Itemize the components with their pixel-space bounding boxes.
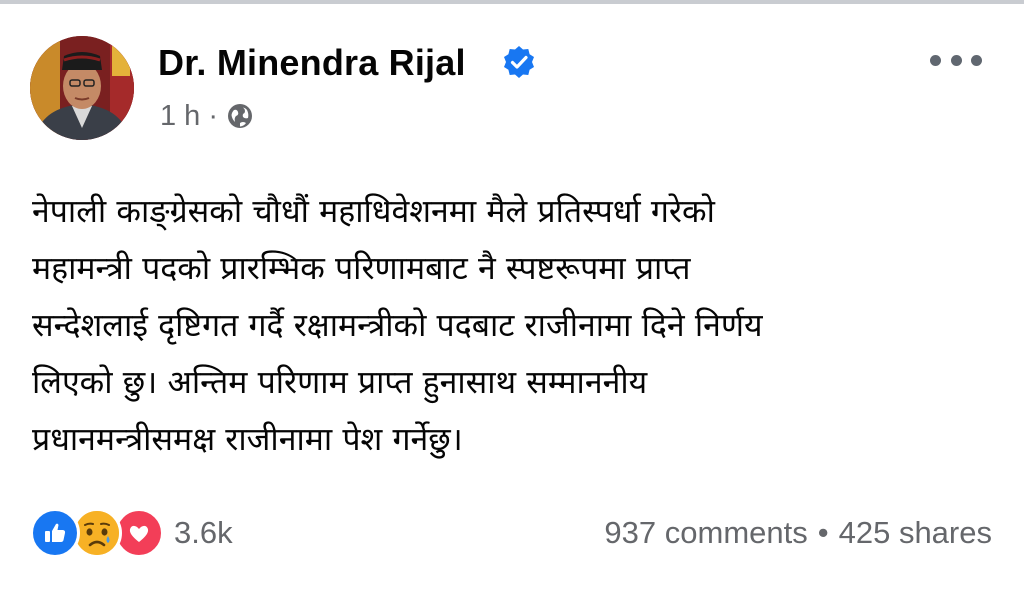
avatar[interactable]: [30, 36, 134, 140]
verified-badge-icon: [504, 46, 534, 78]
more-dot: [950, 54, 962, 66]
reactions-summary[interactable]: 3.6k: [30, 508, 233, 558]
top-divider: [0, 0, 1024, 4]
post-line: लिएको छु। अन्तिम परिणाम प्राप्त हुनासाथ …: [32, 363, 648, 401]
engagement-stats: 937 comments • 425 shares: [604, 511, 992, 555]
post-line: महामन्त्री पदको प्रारम्भिक परिणामबाट नै …: [32, 249, 691, 287]
shares-count[interactable]: 425 shares: [839, 515, 992, 551]
meta-separator: ·: [208, 99, 218, 132]
reaction-count: 3.6k: [174, 515, 233, 550]
post-line: सन्देशलाई दृष्टिगत गर्दै रक्षामन्त्रीको …: [32, 306, 763, 344]
more-dot: [930, 54, 941, 66]
post-time[interactable]: 1 h: [160, 100, 200, 133]
post-line: नेपाली काङ्ग्रेसको चौधौं महाधिवेशनमा मैल…: [32, 192, 715, 230]
post-body: नेपाली काङ्ग्रेसको चौधौं महाधिवेशनमा मैल…: [32, 183, 1007, 468]
globe-icon: [228, 104, 252, 128]
like-icon: [30, 508, 80, 558]
stats-separator: •: [817, 515, 829, 550]
comments-count[interactable]: 937 comments: [604, 515, 807, 551]
post-meta: 1 h ·: [160, 98, 254, 134]
more-options-icon[interactable]: [930, 48, 982, 72]
post-line: प्रधानमन्त्रीसमक्ष राजीनामा पेश गर्नेछु।: [32, 420, 463, 458]
more-dot: [971, 54, 982, 66]
author-name[interactable]: Dr. Minendra Rijal: [158, 42, 466, 84]
